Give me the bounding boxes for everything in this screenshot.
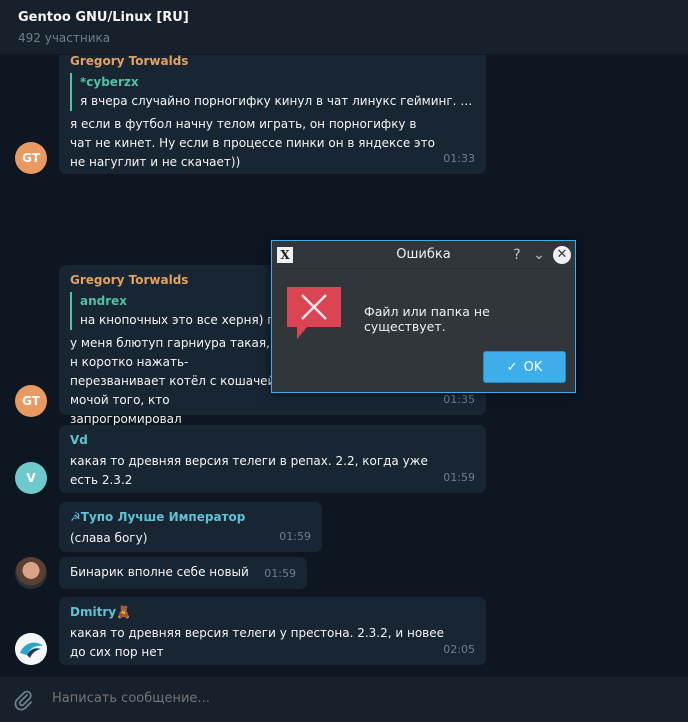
compose-bar [0, 676, 688, 722]
check-icon: ✓ [506, 359, 518, 375]
message-author[interactable]: Gregory Torwalds [70, 55, 475, 71]
message-bubble[interactable]: Бинарик вполне себе новый 01:59 [59, 557, 307, 589]
message-author[interactable]: Dmitry🧸 [70, 603, 475, 622]
reply-text: я вчера случайно порногифку кинул в чат … [80, 94, 475, 108]
message-time: 01:59 [279, 530, 311, 543]
message-bubble[interactable]: Vd какая то древняя версия телеги в репа… [59, 425, 486, 493]
help-button[interactable]: ? [508, 246, 526, 264]
member-count: 492 участника [18, 31, 111, 45]
minimize-button[interactable]: ⌄ [530, 246, 548, 264]
avatar[interactable] [15, 557, 47, 589]
avatar-initials: V [26, 471, 36, 485]
message-author[interactable]: ☭Тупо Лучше Император [70, 508, 311, 527]
message-bubble[interactable]: Gregory Torwalds *cyberzx я вчера случай… [59, 55, 486, 174]
message-time: 01:59 [443, 471, 475, 484]
message-time: 02:05 [443, 643, 475, 656]
chat-header[interactable]: Gentoo GNU/Linux [RU] 492 участника [0, 0, 688, 55]
reply-quote[interactable]: *cyberzx я вчера случайно порногифку кин… [70, 73, 475, 111]
dialog-message: Файл или папка не существует. [364, 304, 490, 334]
message-text: у меня блютуп гарниура такая, н коротко … [70, 336, 276, 426]
message-text: (слава богу) [70, 531, 148, 545]
avatar[interactable]: GT [15, 142, 47, 174]
avatar-initials: GT [22, 394, 40, 408]
avatar-initials: GT [22, 151, 40, 165]
message-time: 01:33 [443, 152, 475, 165]
message-time: 01:59 [264, 567, 296, 580]
message-bubble[interactable]: Dmitry🧸 какая то древняя версия телеги у… [59, 597, 486, 665]
dmitry-avatar-icon [15, 633, 47, 665]
attach-icon[interactable] [13, 689, 33, 715]
message-text: какая то древняя версия телеги в репах. … [70, 454, 428, 487]
reply-author: *cyberzx [80, 75, 139, 89]
ok-label: OK [523, 359, 543, 375]
close-button[interactable]: ✕ [553, 246, 571, 264]
error-icon [287, 287, 341, 343]
message-author[interactable]: Vd [70, 431, 475, 450]
chat-title: Gentoo GNU/Linux [RU] [18, 10, 189, 25]
dialog-titlebar[interactable]: X Ошибка ? ⌄ ✕ [272, 241, 575, 269]
message-text: какая то древняя версия телеги у престон… [70, 626, 445, 659]
message-input[interactable] [52, 691, 652, 706]
ok-button[interactable]: ✓ OK [483, 351, 566, 383]
message-bubble[interactable]: ☭Тупо Лучше Император (слава богу) 01:59 [59, 502, 322, 552]
avatar[interactable]: V [15, 462, 47, 494]
avatar[interactable] [15, 633, 47, 665]
avatar[interactable]: GT [15, 385, 47, 417]
message-text: я если в футбол начну телом играть, он п… [70, 117, 435, 169]
error-dialog: X Ошибка ? ⌄ ✕ Файл или папка не существ… [271, 240, 576, 393]
message-text: Бинарик вполне себе новый [70, 565, 249, 579]
